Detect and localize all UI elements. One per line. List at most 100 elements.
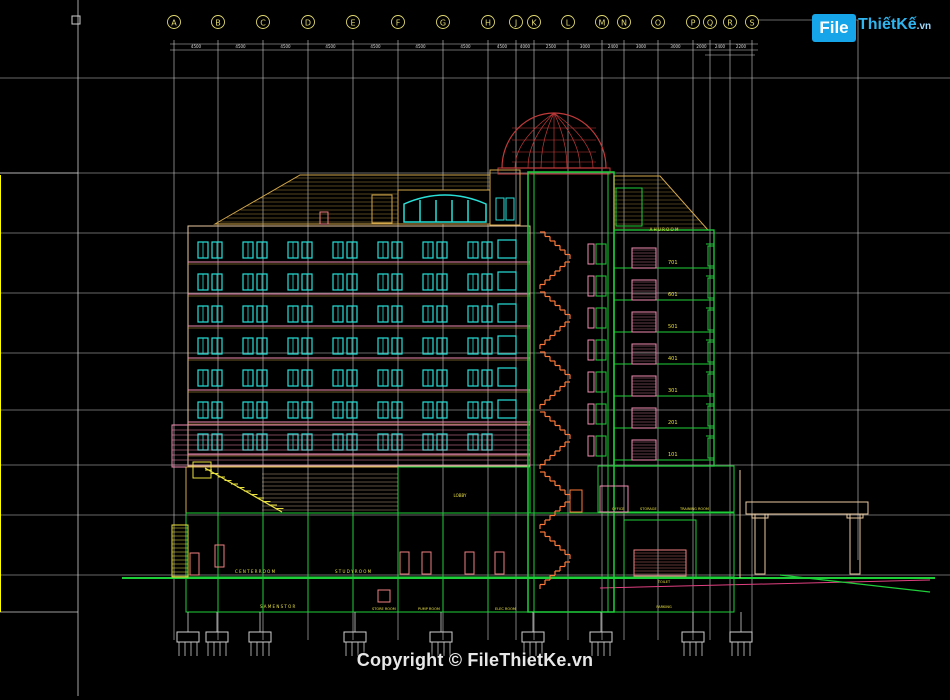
right-roof-box	[615, 187, 643, 227]
dimension-text: 2000	[696, 44, 707, 49]
canopy-column	[754, 513, 766, 575]
exterior-stair	[192, 461, 284, 513]
axis-label: K	[531, 19, 537, 28]
door	[494, 551, 505, 575]
facade-left: LOBBY	[171, 174, 531, 514]
room-label-training: TRAINING ROOM	[679, 507, 709, 511]
grid-lines	[0, 0, 950, 696]
room-label-storage: STORAGE	[640, 507, 657, 511]
dimension-text: 4500	[370, 44, 381, 49]
axis-label: M	[599, 19, 606, 28]
door	[421, 551, 432, 575]
column-cap	[751, 513, 769, 519]
roof-chimney	[371, 194, 393, 224]
axis-label: Q	[707, 19, 713, 28]
room-label-toilet: TOILET	[657, 580, 671, 584]
dimension-text: 4500	[191, 44, 202, 49]
balcony-rail	[707, 277, 715, 299]
door	[399, 551, 410, 575]
column-cap	[846, 513, 864, 519]
balcony-rail	[707, 341, 715, 363]
room-number: 401	[668, 356, 678, 362]
axis-label: H	[485, 19, 491, 28]
facade-right: A H U R O O M 701 601 501 401 301 201 101 OFFICE…	[587, 175, 735, 609]
axis-label: R	[727, 19, 733, 28]
pile-cap	[521, 631, 545, 643]
core-door	[569, 489, 583, 513]
window-side	[497, 367, 517, 387]
core-window	[595, 307, 607, 329]
core-window	[595, 339, 607, 361]
window-side	[497, 335, 517, 355]
window-side	[497, 303, 517, 323]
canopy-column	[849, 513, 861, 575]
tower-window	[505, 197, 515, 221]
tower-left	[489, 169, 521, 226]
axis-label: L	[566, 19, 571, 28]
core-window	[595, 403, 607, 425]
basement-frame: C E N T E R R O O M S T U D Y R O O M S A …	[171, 512, 735, 613]
room-number: 201	[668, 420, 678, 426]
axis-label: E	[350, 19, 355, 28]
room-label-basement-a: STORE ROOM	[372, 607, 396, 611]
dimension-text: 4500	[497, 44, 508, 49]
logo-text: ThiếtKế.vn	[858, 16, 931, 34]
canopy-beam	[745, 501, 869, 515]
right-hall	[623, 519, 697, 578]
dimension-text: 2200	[736, 44, 747, 49]
door	[214, 544, 225, 568]
dimension-text: 2400	[715, 44, 726, 49]
core-window-pink	[587, 371, 595, 393]
dimension-text: 2400	[608, 44, 619, 49]
canopy-right	[739, 470, 869, 578]
core-window	[595, 371, 607, 393]
logo-box: File	[812, 14, 856, 42]
door	[464, 551, 475, 575]
axis-label: D	[305, 19, 311, 28]
core-window	[595, 435, 607, 457]
training-table	[633, 549, 687, 577]
core-window-pink	[587, 243, 595, 265]
balcony-rail	[707, 245, 715, 267]
dimension-text: 4500	[325, 44, 336, 49]
core-window	[595, 243, 607, 265]
balcony-rail	[707, 373, 715, 395]
corner-marker	[71, 15, 81, 25]
pile-cap	[205, 631, 229, 643]
dimension-text: 4500	[235, 44, 246, 49]
axis-label: O	[655, 19, 661, 28]
dimension-text: 4500	[415, 44, 426, 49]
room-label-basement-c: ELEC ROOM	[495, 607, 516, 611]
dimension-text: 2500	[546, 44, 557, 49]
balcony-rail	[707, 309, 715, 331]
axis-label: F	[396, 19, 401, 28]
balcony-rail	[707, 405, 715, 427]
room-number: 701	[668, 260, 678, 266]
pile-cap	[589, 631, 613, 643]
dimension-text: 3000	[670, 44, 681, 49]
pile-cap	[248, 631, 272, 643]
dome	[489, 112, 611, 226]
logo-name: ThiếtKế	[858, 16, 917, 33]
axis-label: S	[749, 19, 754, 28]
room-label-office: OFFICE	[612, 507, 624, 511]
right-ground	[597, 465, 735, 513]
axis-label: C	[260, 19, 266, 28]
room-label-basement-left: S A M E N S T O R	[260, 604, 296, 609]
room-number: 101	[668, 452, 678, 458]
pile-cap	[343, 631, 367, 643]
window-side	[497, 399, 517, 419]
pile-cap	[176, 631, 200, 643]
axis-label: G	[440, 19, 446, 28]
balcony-rail	[707, 437, 715, 459]
room-label-ground-left: C E N T E R R O O M	[235, 569, 276, 574]
tower-window	[495, 197, 505, 221]
watermark-logo: File ThiếtKế.vn	[812, 14, 931, 44]
axis-label: A	[171, 19, 177, 28]
room-number: 601	[668, 292, 678, 298]
core-window-pink	[587, 435, 595, 457]
axis-label: N	[621, 19, 627, 28]
room-label-basement-b: PUMP ROOM	[418, 607, 440, 611]
pile-cap	[729, 631, 753, 643]
room-label-parking: PARKING	[656, 605, 672, 609]
